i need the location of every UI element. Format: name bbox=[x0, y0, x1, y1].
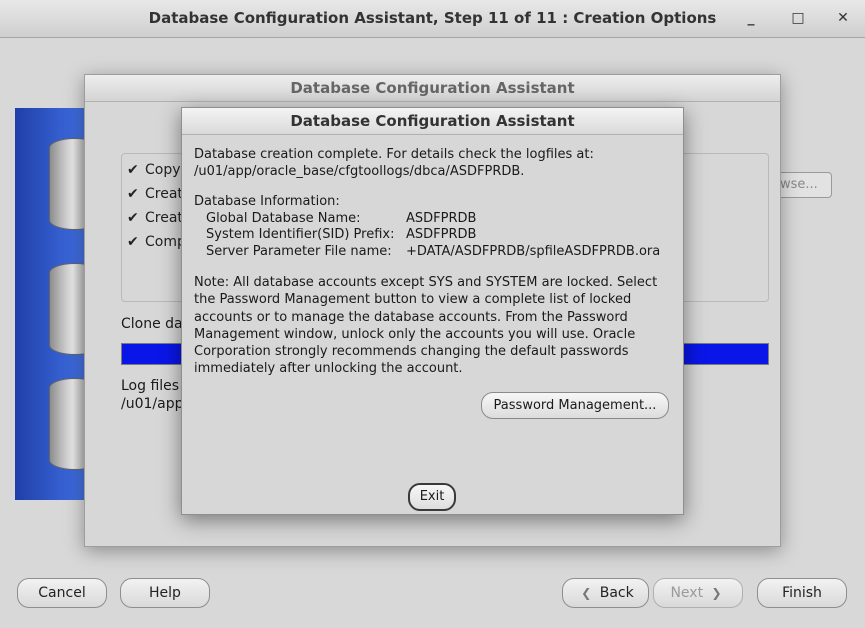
info-label: System Identifier(SID) Prefix: bbox=[206, 227, 395, 242]
check-icon: ✔ bbox=[127, 234, 139, 250]
logfile-path: /u01/app/oracle_base/cfgtoollogs/dbca/AS… bbox=[194, 164, 525, 179]
note-line: Note: All database accounts except SYS a… bbox=[194, 275, 658, 290]
completion-message: Database creation complete. For details … bbox=[194, 147, 594, 162]
note-line: Corporation strongly recommends changing… bbox=[194, 344, 629, 360]
completion-dialog-titlebar: Database Configuration Assistant bbox=[182, 108, 683, 135]
progress-dialog-title: Database Configuration Assistant bbox=[290, 79, 575, 97]
exit-button[interactable]: Exit bbox=[408, 483, 456, 511]
info-label: Global Database Name: bbox=[206, 211, 361, 226]
step-item: ✔ Creati bbox=[127, 210, 187, 226]
note-line: Management window, unlock only the accou… bbox=[194, 326, 636, 342]
note-line: accounts or to manage the database accou… bbox=[194, 309, 628, 325]
window-title: Database Configuration Assistant, Step 1… bbox=[148, 9, 717, 27]
step-label: Copyi bbox=[145, 162, 185, 178]
step-item: ✔ Copyi bbox=[127, 162, 184, 178]
clone-status-label: Clone dat bbox=[121, 316, 189, 332]
next-button[interactable]: Next ❯ bbox=[653, 578, 743, 608]
completion-dialog-title: Database Configuration Assistant bbox=[290, 112, 575, 130]
next-button-label: Next bbox=[670, 585, 704, 601]
chevron-left-icon: ❮ bbox=[581, 586, 592, 600]
info-label: Server Parameter File name: bbox=[206, 244, 392, 259]
info-value: ASDFPRDB bbox=[406, 211, 477, 226]
database-info-heading: Database Information: bbox=[194, 194, 340, 209]
close-icon[interactable]: ✕ bbox=[832, 7, 854, 29]
progress-dialog-titlebar: Database Configuration Assistant bbox=[85, 75, 780, 102]
back-button-label: Back bbox=[599, 585, 634, 601]
info-value: ASDFPRDB bbox=[406, 227, 477, 242]
log-files-label: Log files f bbox=[121, 378, 189, 394]
note-line: immediately after unlocking the account. bbox=[194, 361, 463, 377]
help-button[interactable]: Help bbox=[120, 578, 210, 608]
check-icon: ✔ bbox=[127, 162, 139, 178]
check-icon: ✔ bbox=[127, 210, 139, 226]
maximize-icon[interactable]: □ bbox=[787, 7, 809, 29]
step-item: ✔ Comp bbox=[127, 234, 186, 250]
info-row-spfile: Server Parameter File name: +DATA/ASDFPRD… bbox=[206, 244, 660, 259]
minimize-icon[interactable]: _ bbox=[740, 7, 762, 29]
cancel-button[interactable]: Cancel bbox=[17, 578, 107, 608]
password-management-button[interactable]: Password Management... bbox=[481, 392, 669, 419]
check-icon: ✔ bbox=[127, 186, 139, 202]
main-titlebar: Database Configuration Assistant, Step 1… bbox=[0, 0, 865, 38]
note-line: the Password Management button to view a… bbox=[194, 292, 632, 308]
log-files-path: /u01/app bbox=[121, 396, 184, 412]
info-value: +DATA/ASDFPRDB/spfileASDFPRDB.ora bbox=[406, 244, 661, 259]
info-row-sid-prefix: System Identifier(SID) Prefix: ASDFPRDB bbox=[206, 227, 476, 242]
step-label: Comp bbox=[145, 234, 186, 250]
back-button[interactable]: ❮ Back bbox=[562, 578, 649, 608]
chevron-right-icon: ❯ bbox=[711, 586, 722, 600]
step-item: ✔ Creati bbox=[127, 186, 187, 202]
info-row-global-name: Global Database Name: ASDFPRDB bbox=[206, 211, 476, 226]
finish-button[interactable]: Finish bbox=[757, 578, 847, 608]
completion-dialog: Database Configuration Assistant Databas… bbox=[181, 107, 684, 515]
locked-accounts-note: Note: All database accounts except SYS a… bbox=[194, 274, 674, 378]
